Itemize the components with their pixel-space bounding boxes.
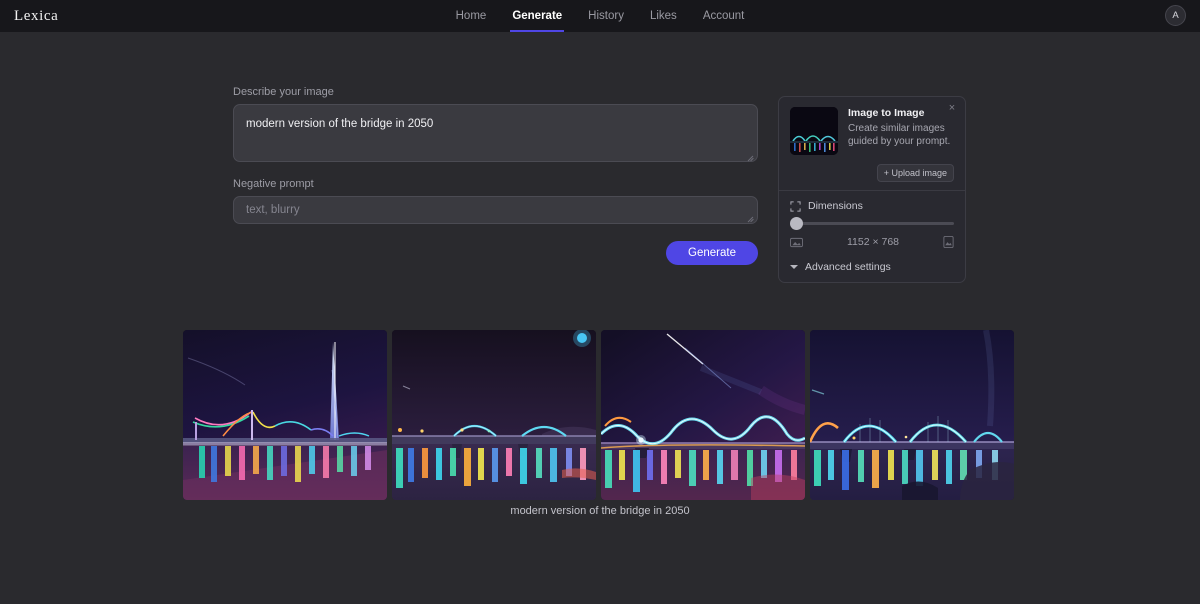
image-to-image-panel: × Image to Image Create similar images g…: [778, 96, 966, 283]
generate-row: Generate: [233, 241, 758, 265]
panel-divider: [779, 190, 965, 191]
image-to-image-row: Image to Image Create similar images gui…: [790, 107, 954, 155]
result-image-3[interactable]: [601, 330, 805, 500]
nav-item-history[interactable]: History: [588, 0, 624, 32]
advanced-settings-label: Advanced settings: [805, 261, 891, 273]
generate-button[interactable]: Generate: [666, 241, 758, 265]
expand-icon: [790, 200, 801, 212]
dimensions-label: Dimensions: [808, 200, 863, 212]
avatar[interactable]: A: [1165, 5, 1186, 26]
image-to-image-text: Image to Image Create similar images gui…: [848, 107, 954, 155]
nav-item-likes[interactable]: Likes: [650, 0, 677, 32]
results-caption: modern version of the bridge in 2050: [510, 505, 690, 517]
negative-prompt-label: Negative prompt: [233, 178, 314, 190]
result-image-4[interactable]: [810, 330, 1014, 500]
result-image-2-art: [392, 330, 596, 500]
image-to-image-description: Create similar images guided by your pro…: [848, 123, 951, 148]
result-image-3-art: [601, 330, 805, 500]
advanced-settings-toggle[interactable]: Advanced settings: [790, 261, 954, 273]
landscape-icon[interactable]: [790, 237, 803, 248]
portrait-icon[interactable]: [943, 236, 954, 248]
top-navbar: Lexica Home Generate History Likes Accou…: [0, 0, 1200, 32]
result-image-1-art: [183, 330, 387, 500]
image-to-image-title: Image to Image: [848, 107, 925, 119]
describe-image-label: Describe your image: [233, 86, 334, 98]
reference-image-thumbnail-art: [790, 107, 838, 155]
dimensions-row: 1152 × 768: [790, 236, 954, 248]
dimensions-slider-thumb[interactable]: [790, 216, 803, 230]
nav-links: Home Generate History Likes Account: [0, 0, 1200, 32]
result-image-4-art: [810, 330, 1014, 500]
close-icon[interactable]: ×: [945, 101, 959, 115]
negative-prompt-input[interactable]: [233, 196, 758, 224]
describe-image-textarea[interactable]: [233, 104, 758, 162]
results-grid: [183, 330, 1014, 500]
nav-item-account[interactable]: Account: [703, 0, 745, 32]
page-body: Describe your image Negative prompt Gene…: [0, 32, 1200, 604]
upload-image-button[interactable]: + Upload image: [876, 164, 954, 182]
result-image-1[interactable]: [183, 330, 387, 500]
dimensions-value: 1152 × 768: [846, 236, 900, 248]
reference-image-thumbnail[interactable]: [790, 107, 838, 155]
dimensions-slider[interactable]: [790, 216, 954, 230]
prompt-composer: Describe your image Negative prompt Gene…: [233, 86, 758, 265]
chevron-down-icon: [790, 265, 798, 269]
upload-row: + Upload image: [790, 164, 954, 182]
dimensions-header: Dimensions: [790, 200, 954, 212]
result-image-2[interactable]: [392, 330, 596, 500]
nav-item-home[interactable]: Home: [456, 0, 487, 32]
nav-item-generate[interactable]: Generate: [510, 0, 565, 32]
